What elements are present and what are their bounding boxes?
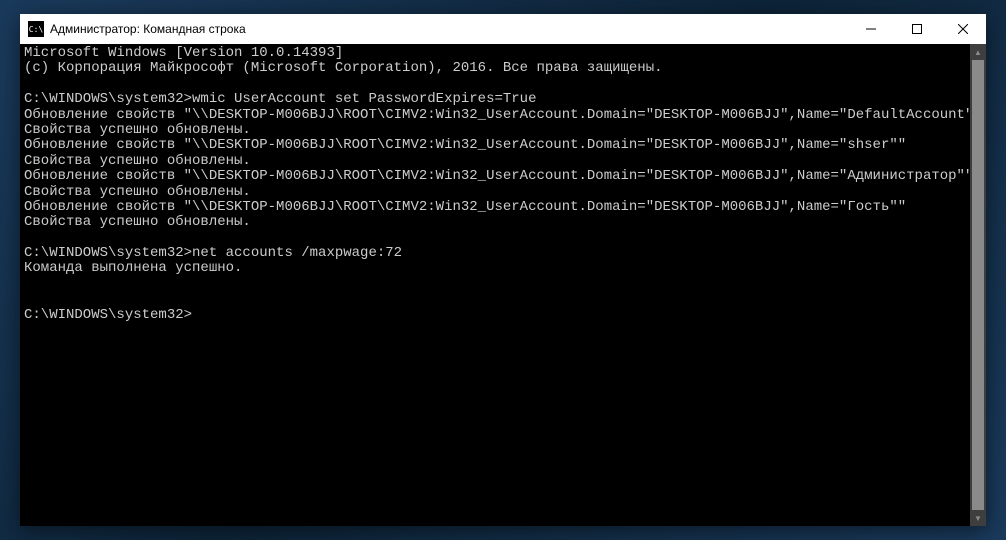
maximize-icon: [912, 24, 922, 34]
console-line: Свойства успешно обновлены.: [24, 215, 982, 230]
app-icon: C:\: [28, 21, 44, 37]
close-button[interactable]: [940, 14, 986, 44]
scroll-up-arrow[interactable]: ▲: [970, 44, 986, 60]
console-line: Обновление свойств "\\DESKTOP-M006BJJ\RO…: [24, 108, 982, 123]
command-prompt-window: C:\ Администратор: Командная строка Micr…: [20, 14, 986, 526]
scrollbar[interactable]: ▲ ▼: [970, 44, 986, 526]
close-icon: [958, 24, 968, 34]
window-title: Администратор: Командная строка: [50, 22, 848, 36]
console-line: C:\WINDOWS\system32>: [24, 308, 982, 323]
console-line: C:\WINDOWS\system32>wmic UserAccount set…: [24, 92, 982, 107]
maximize-button[interactable]: [894, 14, 940, 44]
console-line: Обновление свойств "\\DESKTOP-M006BJJ\RO…: [24, 200, 982, 215]
console-line: Свойства успешно обновлены.: [24, 154, 982, 169]
console-output[interactable]: Microsoft Windows [Version 10.0.14393](c…: [20, 44, 986, 526]
minimize-icon: [866, 24, 876, 34]
window-controls: [848, 14, 986, 44]
console-line: C:\WINDOWS\system32>net accounts /maxpwa…: [24, 246, 982, 261]
console-line: Свойства успешно обновлены.: [24, 185, 982, 200]
console-line: Обновление свойств "\\DESKTOP-M006BJJ\RO…: [24, 169, 982, 184]
titlebar[interactable]: C:\ Администратор: Командная строка: [20, 14, 986, 44]
console-line: Обновление свойств "\\DESKTOP-M006BJJ\RO…: [24, 138, 982, 153]
console-line: (c) Корпорация Майкрософт (Microsoft Cor…: [24, 61, 982, 76]
console-line: Команда выполнена успешно.: [24, 261, 982, 276]
scrollbar-thumb[interactable]: [972, 60, 984, 510]
console-line: [24, 231, 982, 246]
console-line: [24, 292, 982, 307]
scroll-down-arrow[interactable]: ▼: [970, 510, 986, 526]
console-line: [24, 277, 982, 292]
minimize-button[interactable]: [848, 14, 894, 44]
console-line: [24, 77, 982, 92]
